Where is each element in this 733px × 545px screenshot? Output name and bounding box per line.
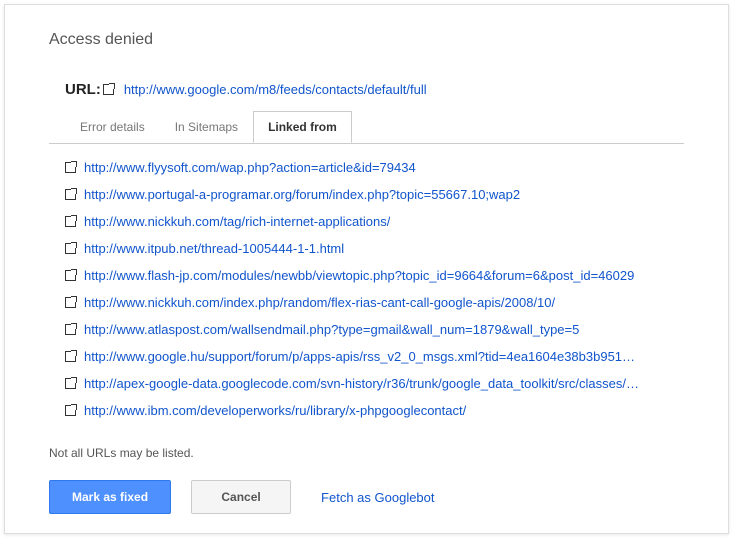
tabs: Error details In Sitemaps Linked from [5,110,728,143]
external-link-icon [65,270,76,281]
links-list: http://www.flyysoft.com/wap.php?action=a… [49,144,684,424]
url-label: URL: [65,81,101,98]
list-item: http://www.flash-jp.com/modules/newbb/vi… [65,262,684,289]
link[interactable]: http://www.itpub.net/thread-1005444-1-1.… [84,241,344,256]
list-item: http://www.atlaspost.com/wallsendmail.ph… [65,316,684,343]
cancel-button[interactable]: Cancel [191,480,291,514]
link[interactable]: http://www.nickkuh.com/index.php/random/… [84,295,555,310]
link[interactable]: http://www.flash-jp.com/modules/newbb/vi… [84,268,634,283]
list-item: http://www.flyysoft.com/wap.php?action=a… [65,154,684,181]
dialog: Access denied URL: http://www.google.com… [4,4,729,534]
external-link-icon [65,189,76,200]
link[interactable]: http://www.flyysoft.com/wap.php?action=a… [84,160,416,175]
tab-in-sitemaps[interactable]: In Sitemaps [160,111,253,143]
fetch-as-googlebot-link[interactable]: Fetch as Googlebot [321,490,434,505]
url-value-link[interactable]: http://www.google.com/m8/feeds/contacts/… [124,82,427,97]
tab-linked-from[interactable]: Linked from [253,111,352,143]
link[interactable]: http://www.portugal-a-programar.org/foru… [84,187,520,202]
list-item: http://www.portugal-a-programar.org/foru… [65,181,684,208]
link[interactable]: http://www.nickkuh.com/tag/rich-internet… [84,214,390,229]
note-text: Not all URLs may be listed. [5,424,728,460]
external-link-icon [65,405,76,416]
url-row: URL: http://www.google.com/m8/feeds/cont… [5,49,728,110]
list-item: http://www.ibm.com/developerworks/ru/lib… [65,397,684,424]
tab-error-details[interactable]: Error details [65,111,160,143]
external-link-icon [65,351,76,362]
link[interactable]: http://www.ibm.com/developerworks/ru/lib… [84,403,466,418]
list-item: http://apex-google-data.googlecode.com/s… [65,370,684,397]
list-item: http://www.nickkuh.com/tag/rich-internet… [65,208,684,235]
list-item: http://www.google.hu/support/forum/p/app… [65,343,684,370]
external-link-icon [65,297,76,308]
list-item: http://www.itpub.net/thread-1005444-1-1.… [65,235,684,262]
external-link-icon [65,243,76,254]
link[interactable]: http://apex-google-data.googlecode.com/s… [84,376,639,391]
link[interactable]: http://www.google.hu/support/forum/p/app… [84,349,635,364]
external-link-icon [103,84,114,95]
linked-from-panel: http://www.flyysoft.com/wap.php?action=a… [49,143,684,424]
list-item: http://www.nickkuh.com/index.php/random/… [65,289,684,316]
mark-as-fixed-button[interactable]: Mark as fixed [49,480,171,514]
external-link-icon [65,378,76,389]
button-row: Mark as fixed Cancel Fetch as Googlebot [5,460,728,514]
dialog-title: Access denied [5,5,728,49]
external-link-icon [65,324,76,335]
external-link-icon [65,216,76,227]
external-link-icon [65,162,76,173]
link[interactable]: http://www.atlaspost.com/wallsendmail.ph… [84,322,579,337]
